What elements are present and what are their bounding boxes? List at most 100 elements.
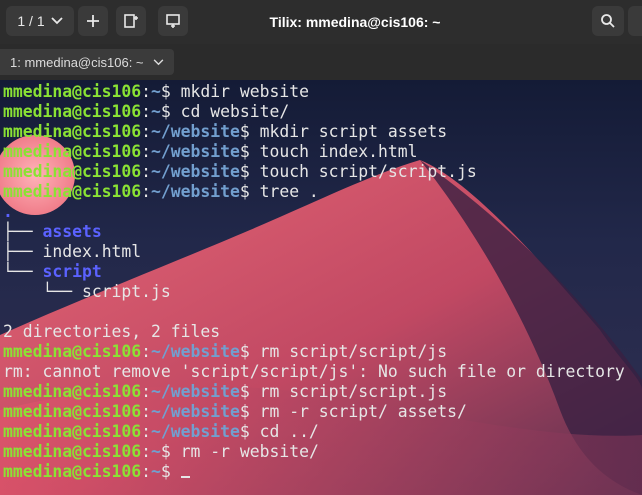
prompt-symbol: $ bbox=[160, 442, 181, 461]
prompt-path: ~ bbox=[151, 442, 161, 461]
split-down-button[interactable] bbox=[158, 6, 188, 36]
prompt-user: mmedina@cis106 bbox=[3, 422, 142, 441]
output-text: 2 directories, 2 files bbox=[3, 322, 221, 341]
prompt-symbol: $ bbox=[239, 162, 260, 181]
prompt-user: mmedina@cis106 bbox=[3, 382, 142, 401]
prompt-line: mmedina@cis106:~/website$ tree . bbox=[3, 182, 642, 202]
prompt-separator: : bbox=[141, 102, 152, 121]
prompt-separator: : bbox=[141, 442, 152, 461]
prompt-user: mmedina@cis106 bbox=[3, 402, 142, 421]
terminal-output[interactable]: mmedina@cis106:~$ mkdir website mmedina@c… bbox=[0, 80, 642, 495]
prompt-separator: : bbox=[141, 142, 152, 161]
tree-file: script.js bbox=[81, 282, 171, 301]
text-cursor bbox=[180, 476, 190, 478]
prompt-line: mmedina@cis106:~/website$ touch script/s… bbox=[3, 162, 642, 182]
prompt-line: mmedina@cis106:~/website$ rm script/scri… bbox=[3, 382, 642, 402]
tree-file: index.html bbox=[42, 242, 142, 261]
window-title: Tilix: mmedina@cis106: ~ bbox=[269, 14, 441, 30]
prompt-line: mmedina@cis106:~/website$ mkdir script a… bbox=[3, 122, 642, 142]
prompt-symbol: $ bbox=[160, 462, 181, 481]
terminal-title-button[interactable]: 1: mmedina@cis106: ~ bbox=[0, 49, 174, 75]
command-text: rm -r website/ bbox=[180, 442, 319, 461]
prompt-symbol: $ bbox=[160, 82, 181, 101]
output-line: 2 directories, 2 files bbox=[3, 322, 642, 342]
menu-button[interactable] bbox=[628, 6, 642, 36]
prompt-user: mmedina@cis106 bbox=[3, 182, 142, 201]
prompt-path: ~/website bbox=[151, 382, 240, 401]
prompt-symbol: $ bbox=[239, 422, 260, 441]
split-right-button[interactable] bbox=[116, 6, 146, 36]
prompt-separator: : bbox=[141, 382, 152, 401]
terminal-lines: mmedina@cis106:~$ mkdir website mmedina@c… bbox=[3, 82, 642, 482]
tree-connector: └── bbox=[3, 282, 82, 301]
terminal-title-bar: 1: mmedina@cis106: ~ bbox=[0, 44, 642, 81]
tree-directory: script bbox=[42, 262, 102, 281]
tree-line: └── script.js bbox=[3, 282, 642, 302]
tree-line: └── script bbox=[3, 262, 642, 282]
prompt-user: mmedina@cis106 bbox=[3, 462, 142, 481]
prompt-separator: : bbox=[141, 122, 152, 141]
search-button[interactable] bbox=[592, 6, 624, 36]
prompt-line: mmedina@cis106:~$ cd website/ bbox=[3, 102, 642, 122]
prompt-path: ~ bbox=[151, 462, 161, 481]
prompt-path: ~/website bbox=[151, 402, 240, 421]
command-text: rm -r script/ assets/ bbox=[259, 402, 467, 421]
plus-icon bbox=[87, 15, 99, 27]
prompt-line: mmedina@cis106:~$ rm -r website/ bbox=[3, 442, 642, 462]
terminal-title-label: 1: mmedina@cis106: ~ bbox=[10, 54, 144, 70]
prompt-separator: : bbox=[141, 82, 152, 101]
command-text: cd website/ bbox=[180, 102, 290, 121]
split-down-icon bbox=[166, 14, 180, 28]
prompt-user: mmedina@cis106 bbox=[3, 102, 142, 121]
prompt-path: ~/website bbox=[151, 162, 240, 181]
tree-connector: └── bbox=[3, 262, 43, 281]
split-right-icon bbox=[124, 14, 138, 28]
prompt-line: mmedina@cis106:~/website$ touch index.ht… bbox=[3, 142, 642, 162]
prompt-user: mmedina@cis106 bbox=[3, 162, 142, 181]
output-text: rm: cannot remove 'script/script/js': No… bbox=[3, 362, 625, 381]
session-switcher-button[interactable]: 1 / 1 bbox=[6, 6, 74, 36]
chevron-down-icon bbox=[153, 58, 163, 65]
prompt-separator: : bbox=[141, 182, 152, 201]
prompt-path: ~/website bbox=[151, 142, 240, 161]
prompt-path: ~/website bbox=[151, 422, 240, 441]
tree-line: ├── index.html bbox=[3, 242, 642, 262]
prompt-separator: : bbox=[141, 162, 152, 181]
command-text: cd ../ bbox=[259, 422, 319, 441]
tree-connector: ├── bbox=[3, 222, 43, 241]
prompt-symbol: $ bbox=[160, 102, 181, 121]
command-text: touch script/script.js bbox=[259, 162, 477, 181]
prompt-path: ~/website bbox=[151, 182, 240, 201]
search-icon bbox=[601, 14, 615, 28]
prompt-separator: : bbox=[141, 402, 152, 421]
prompt-symbol: $ bbox=[239, 142, 260, 161]
command-text: mkdir script assets bbox=[259, 122, 448, 141]
prompt-symbol: $ bbox=[239, 342, 260, 361]
prompt-path: ~/website bbox=[151, 122, 240, 141]
command-text: tree . bbox=[259, 182, 319, 201]
chevron-down-icon bbox=[50, 17, 63, 25]
prompt-user: mmedina@cis106 bbox=[3, 342, 142, 361]
command-text: rm script/script.js bbox=[259, 382, 448, 401]
prompt-line: mmedina@cis106:~$ bbox=[3, 462, 642, 482]
output-line: rm: cannot remove 'script/script/js': No… bbox=[3, 362, 642, 382]
prompt-separator: : bbox=[141, 342, 152, 361]
command-text: mkdir website bbox=[180, 82, 309, 101]
prompt-user: mmedina@cis106 bbox=[3, 142, 142, 161]
prompt-separator: : bbox=[141, 422, 152, 441]
prompt-user: mmedina@cis106 bbox=[3, 122, 142, 141]
prompt-symbol: $ bbox=[239, 122, 260, 141]
command-text: rm script/script/js bbox=[259, 342, 448, 361]
header-bar: 1 / 1 Tilix: mmedina@cis106: ~ bbox=[0, 0, 642, 45]
prompt-line: mmedina@cis106:~/website$ rm script/scri… bbox=[3, 342, 642, 362]
prompt-symbol: $ bbox=[239, 182, 260, 201]
prompt-symbol: $ bbox=[239, 382, 260, 401]
tilix-window: 1 / 1 Tilix: mmedina@cis106: ~ 1: mmedin… bbox=[0, 0, 642, 495]
prompt-path: ~/website bbox=[151, 342, 240, 361]
prompt-user: mmedina@cis106 bbox=[3, 442, 142, 461]
tree-directory: . bbox=[3, 202, 13, 221]
prompt-line: mmedina@cis106:~$ mkdir website bbox=[3, 82, 642, 102]
prompt-symbol: $ bbox=[239, 402, 260, 421]
add-session-button[interactable] bbox=[78, 6, 108, 36]
